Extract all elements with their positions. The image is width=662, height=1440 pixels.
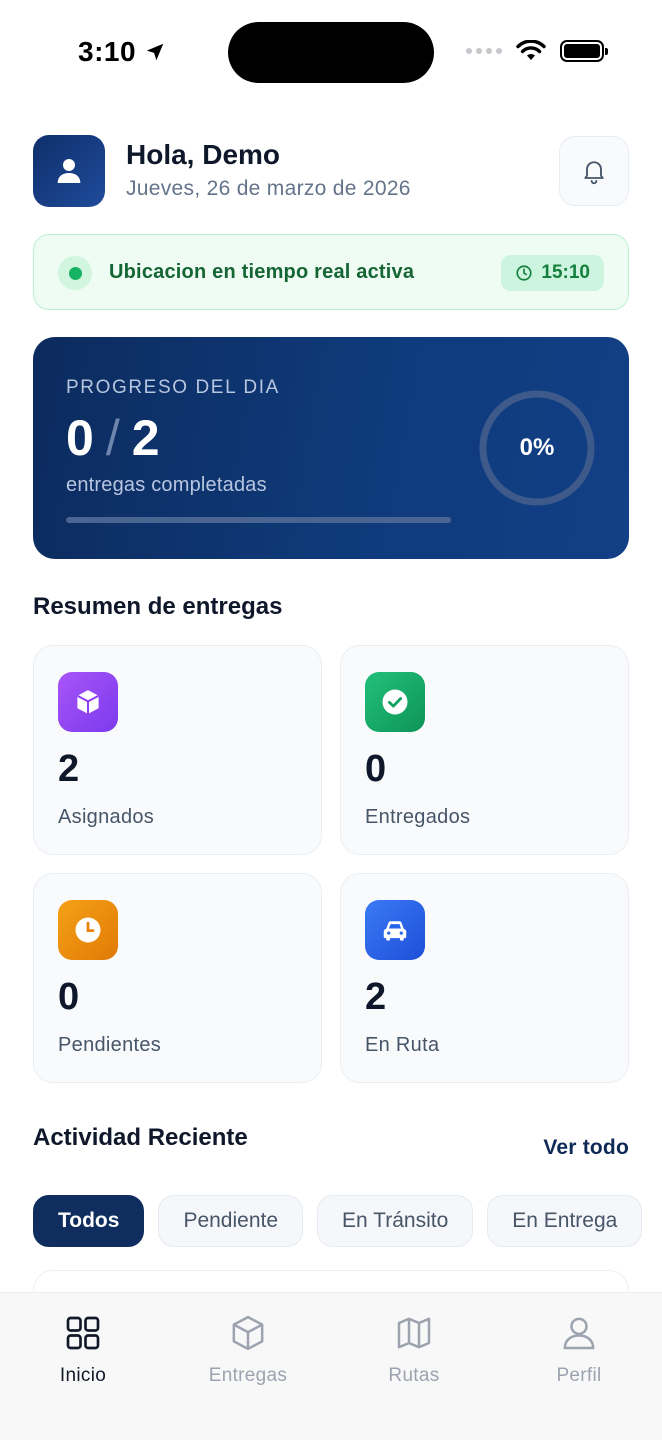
clock-icon: [58, 900, 118, 960]
daily-progress-card: PROGRESO DEL DIA 0 / 2 entregas completa…: [33, 337, 629, 559]
home-screen: 3:10 Hola, Demo Jueves, 26 de marzo de 2…: [0, 0, 662, 1440]
tab-label-entregas: Entregas: [208, 1365, 288, 1386]
battery-icon: [560, 40, 608, 62]
bottom-tab-bar: Inicio Entregas Rutas Perfil: [0, 1292, 662, 1440]
clock-icon: [516, 265, 532, 281]
delivered-label: Entregados: [365, 806, 471, 828]
stat-card-delivered[interactable]: 0 Entregados: [340, 645, 629, 855]
check-circle-icon: [365, 672, 425, 732]
bell-icon: [584, 161, 604, 185]
user-icon: [563, 1317, 595, 1350]
map-icon: [397, 1317, 431, 1349]
tab-label-perfil: Perfil: [556, 1365, 602, 1386]
location-arrow-icon: [146, 43, 164, 61]
completed-count: 0: [66, 410, 94, 466]
tab-label-rutas: Rutas: [388, 1365, 440, 1386]
dynamic-island: [228, 22, 434, 83]
tab-inicio[interactable]: Inicio: [23, 1313, 143, 1393]
status-indicators: [466, 40, 608, 62]
live-indicator: [58, 256, 92, 290]
location-time-badge: 15:10: [501, 255, 604, 291]
recent-activity-title: Actividad Reciente: [33, 1124, 248, 1151]
pending-label: Pendientes: [58, 1034, 162, 1056]
current-date: Jueves, 26 de marzo de 2026: [126, 177, 411, 200]
delivered-value: 0: [365, 748, 387, 790]
progress-bar: [66, 517, 451, 523]
header: Hola, Demo Jueves, 26 de marzo de 2026: [33, 135, 629, 207]
stat-card-en-route[interactable]: 2 En Ruta: [340, 873, 629, 1083]
location-status-text: Ubicacion en tiempo real activa: [109, 261, 415, 283]
en-route-label: En Ruta: [365, 1034, 440, 1056]
total-count: 2: [131, 410, 160, 466]
avatar[interactable]: [33, 135, 105, 207]
location-status-banner: Ubicacion en tiempo real activa 15:10: [33, 234, 629, 310]
en-route-value: 2: [365, 976, 387, 1018]
count-separator: /: [105, 410, 120, 466]
tab-rutas[interactable]: Rutas: [354, 1313, 474, 1393]
filter-chip-en-transito[interactable]: En Tránsito: [317, 1195, 474, 1247]
wifi-icon: [516, 40, 546, 60]
greeting: Hola, Demo: [126, 139, 281, 170]
location-time-value: 15:10: [541, 262, 590, 283]
summary-title: Resumen de entregas: [33, 593, 283, 620]
clock-time: 3:10: [78, 36, 137, 67]
notifications-button[interactable]: [559, 136, 629, 206]
filter-chip-en-entrega[interactable]: En Entrega: [487, 1195, 643, 1247]
assigned-label: Asignados: [58, 806, 155, 828]
progress-count: 0 / 2: [66, 409, 160, 467]
status-bar: 3:10: [0, 0, 662, 100]
user-icon: [57, 159, 81, 183]
progress-subtitle: entregas completadas: [66, 474, 267, 496]
progress-percent: 0%: [519, 434, 555, 461]
pending-value: 0: [58, 976, 80, 1018]
tab-perfil[interactable]: Perfil: [519, 1313, 639, 1393]
grid-icon: [66, 1316, 100, 1350]
tab-label-inicio: Inicio: [59, 1365, 107, 1386]
stat-card-assigned[interactable]: 2 Asignados: [33, 645, 322, 855]
tab-entregas[interactable]: Entregas: [188, 1313, 308, 1393]
status-time: 3:10: [78, 36, 166, 68]
filter-chip-todos[interactable]: Todos: [33, 1195, 145, 1247]
see-all-link[interactable]: Ver todo: [543, 1136, 629, 1160]
filter-chip-pendiente[interactable]: Pendiente: [158, 1195, 304, 1247]
activity-filter-chips: Todos Pendiente En Tránsito En Entrega: [33, 1195, 643, 1247]
assigned-value: 2: [58, 748, 80, 790]
box-icon: [58, 672, 118, 732]
cellular-signal-icon: [466, 48, 502, 54]
package-icon: [232, 1315, 264, 1351]
progress-title: PROGRESO DEL DIA: [66, 377, 280, 398]
car-icon: [365, 900, 425, 960]
stat-card-pending[interactable]: 0 Pendientes: [33, 873, 322, 1083]
